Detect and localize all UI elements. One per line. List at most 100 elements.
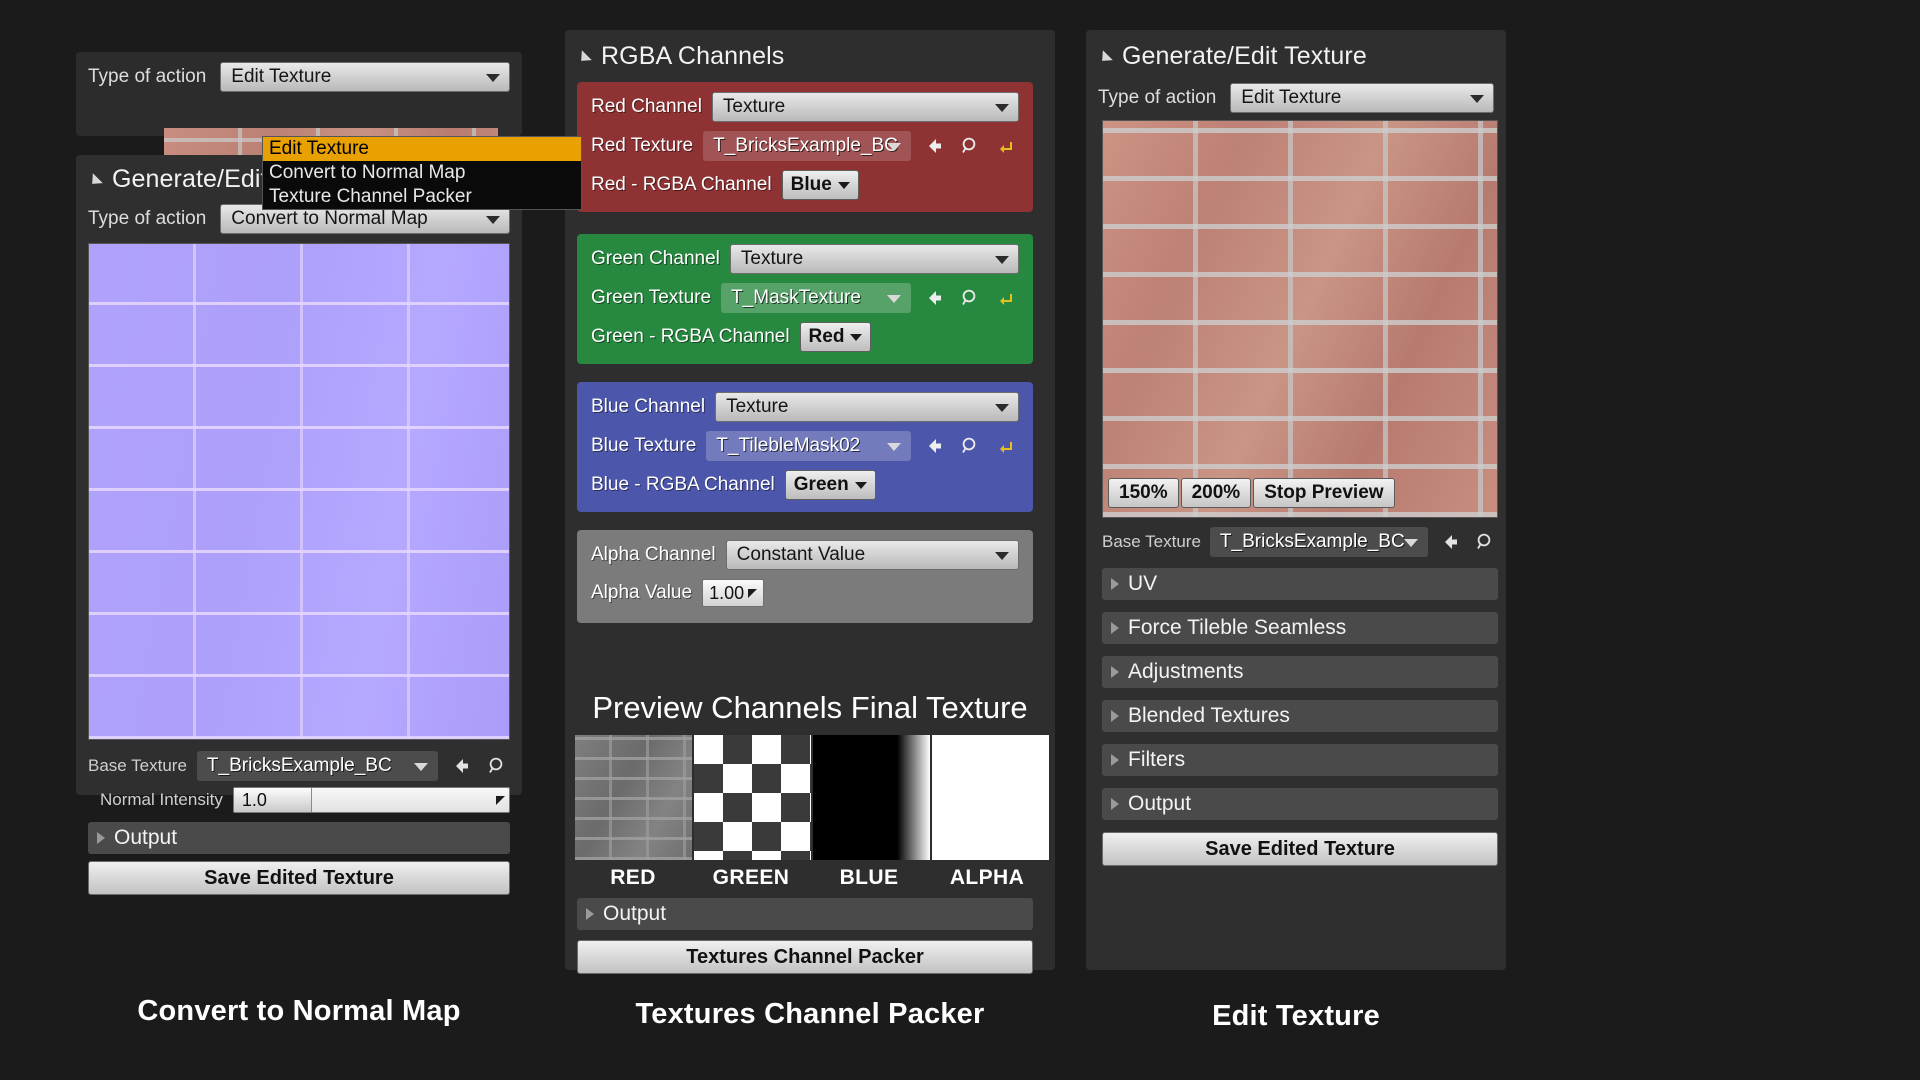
section-adjustments-label: Adjustments	[1128, 660, 1244, 684]
dropdown-option-0[interactable]: Edit Texture	[263, 137, 581, 161]
edit-texture-panel: Generate/Edit Texture Type of action Edi…	[1086, 30, 1506, 970]
right-type-of-action-combo[interactable]: Edit Texture	[1230, 83, 1494, 113]
rgba-channels-header[interactable]: RGBA Channels	[565, 30, 1055, 77]
blue-channel-label: Blue Channel	[591, 396, 705, 418]
type-of-action-dropdown-list[interactable]: Edit Texture Convert to Normal Map Textu…	[262, 136, 582, 210]
back-arrow-icon[interactable]	[921, 433, 947, 459]
blue-texture-picker[interactable]: T_TilebleMask02	[706, 431, 911, 461]
collapse-triangle-icon	[576, 50, 592, 66]
zoom-150-label: 150%	[1119, 482, 1168, 504]
left-base-texture-label: Base Texture	[88, 756, 187, 776]
red-rgba-channel-value: Blue	[791, 174, 832, 196]
back-arrow-icon[interactable]	[921, 133, 947, 159]
reset-arrow-icon[interactable]	[993, 433, 1019, 459]
left-output-section[interactable]: Output	[88, 822, 510, 854]
dropdown-option-1[interactable]: Convert to Normal Map	[263, 161, 581, 185]
green-rgba-channel-row: Green - RGBA Channel Red	[591, 322, 1019, 352]
alpha-channel-group: Alpha Channel Constant Value Alpha Value…	[577, 530, 1033, 623]
right-panel-header[interactable]: Generate/Edit Texture	[1086, 30, 1506, 77]
right-type-of-action-value: Edit Texture	[1241, 87, 1341, 109]
convert-to-normal-map-panel: Generate/Edit Texture Type of action Con…	[76, 155, 522, 795]
preview-zoom-controls: 150% 200% Stop Preview	[1108, 478, 1395, 508]
red-rgba-channel-dropdown[interactable]: Blue	[782, 170, 859, 200]
green-texture-label: Green Texture	[591, 287, 711, 309]
magnifier-icon[interactable]	[1472, 529, 1498, 555]
magnifier-icon[interactable]	[957, 133, 983, 159]
red-channel-combo[interactable]: Texture	[712, 92, 1019, 122]
chevron-down-icon	[855, 482, 867, 489]
expand-triangle-icon	[586, 908, 594, 920]
green-channel-combo[interactable]: Texture	[730, 244, 1019, 274]
left-save-edited-texture-button[interactable]: Save Edited Texture	[88, 861, 510, 895]
dropdown-option-2[interactable]: Texture Channel Packer	[263, 185, 581, 209]
spinner-icon[interactable]	[748, 589, 757, 598]
chevron-down-icon	[850, 334, 862, 341]
texture-preview	[1102, 120, 1498, 518]
red-channel-row: Red Channel Texture	[591, 92, 1019, 122]
green-texture-picker[interactable]: T_MaskTexture	[721, 283, 911, 313]
preview-thumbs-row	[575, 735, 1045, 860]
left-base-texture-picker[interactable]: T_BricksExample_BC	[197, 751, 438, 781]
zoom-200-button[interactable]: 200%	[1181, 478, 1252, 508]
chevron-down-icon	[838, 182, 850, 189]
red-texture-picker[interactable]: T_BricksExample_BC	[703, 131, 911, 161]
type-of-action-combo-popup[interactable]: Edit Texture	[220, 62, 510, 92]
magnifier-icon[interactable]	[484, 753, 510, 779]
normal-intensity-row: Normal Intensity 1.0	[100, 787, 510, 813]
right-base-texture-picker[interactable]: T_BricksExample_BC	[1210, 527, 1428, 557]
green-rgba-channel-dropdown[interactable]: Red	[800, 322, 872, 352]
back-arrow-icon[interactable]	[1437, 529, 1463, 555]
section-uv[interactable]: UV	[1102, 568, 1498, 600]
blue-channel-combo[interactable]: Texture	[715, 392, 1019, 422]
middle-output-label: Output	[603, 902, 666, 926]
stop-preview-button[interactable]: Stop Preview	[1253, 478, 1394, 508]
green-rgba-channel-label: Green - RGBA Channel	[591, 326, 790, 348]
right-save-edited-texture-button[interactable]: Save Edited Texture	[1102, 832, 1498, 866]
section-adjustments[interactable]: Adjustments	[1102, 656, 1498, 688]
reset-arrow-icon[interactable]	[993, 133, 1019, 159]
magnifier-icon[interactable]	[957, 433, 983, 459]
red-channel-group: Red Channel Texture Red Texture T_Bricks…	[577, 82, 1033, 212]
chevron-down-icon	[486, 216, 500, 224]
preview-thumb-green	[694, 735, 811, 860]
chevron-down-icon	[414, 763, 428, 771]
normal-intensity-slider[interactable]: 1.0	[233, 787, 510, 813]
middle-output-section[interactable]: Output	[577, 898, 1033, 930]
alpha-value-number: 1.00	[709, 583, 744, 604]
right-base-texture-row: Base Texture T_BricksExample_BC	[1102, 527, 1498, 557]
right-base-texture-value: T_BricksExample_BC	[1220, 531, 1405, 553]
green-texture-value: T_MaskTexture	[731, 287, 861, 309]
expand-triangle-icon	[1111, 578, 1119, 590]
textures-channel-packer-button[interactable]: Textures Channel Packer	[577, 940, 1033, 974]
caption-middle-label: Textures Channel Packer	[636, 998, 985, 1030]
back-arrow-icon[interactable]	[448, 753, 474, 779]
reset-arrow-icon[interactable]	[993, 285, 1019, 311]
alpha-value-input[interactable]: 1.00	[702, 579, 764, 607]
green-channel-row: Green Channel Texture	[591, 244, 1019, 274]
magnifier-icon[interactable]	[957, 285, 983, 311]
alpha-channel-row: Alpha Channel Constant Value	[591, 540, 1019, 570]
section-filters[interactable]: Filters	[1102, 744, 1498, 776]
spinner-icon[interactable]	[496, 796, 505, 805]
section-output[interactable]: Output	[1102, 788, 1498, 820]
alpha-channel-combo[interactable]: Constant Value	[726, 540, 1019, 570]
blue-rgba-channel-dropdown[interactable]: Green	[785, 470, 876, 500]
zoom-150-button[interactable]: 150%	[1108, 478, 1179, 508]
blue-channel-row: Blue Channel Texture	[591, 392, 1019, 422]
chevron-down-icon	[995, 404, 1009, 412]
red-rgba-channel-label: Red - RGBA Channel	[591, 174, 772, 196]
green-channel-group: Green Channel Texture Green Texture T_Ma…	[577, 234, 1033, 364]
red-texture-value: T_BricksExample_BC	[713, 135, 898, 157]
preview-thumb-labels-row: RED GREEN BLUE ALPHA	[575, 866, 1045, 890]
expand-triangle-icon	[97, 832, 105, 844]
chevron-down-icon	[887, 295, 901, 303]
chevron-down-icon	[1470, 95, 1484, 103]
back-arrow-icon[interactable]	[921, 285, 947, 311]
section-force-tileble-seamless[interactable]: Force Tileble Seamless	[1102, 612, 1498, 644]
right-type-of-action-row: Type of action Edit Texture	[1086, 77, 1506, 113]
section-blended-textures[interactable]: Blended Textures	[1102, 700, 1498, 732]
thumb-label-blue: BLUE	[811, 866, 927, 890]
section-filters-label: Filters	[1128, 748, 1185, 772]
caption-left: Convert to Normal Map	[76, 995, 522, 1028]
left-type-of-action-label: Type of action	[88, 208, 206, 230]
